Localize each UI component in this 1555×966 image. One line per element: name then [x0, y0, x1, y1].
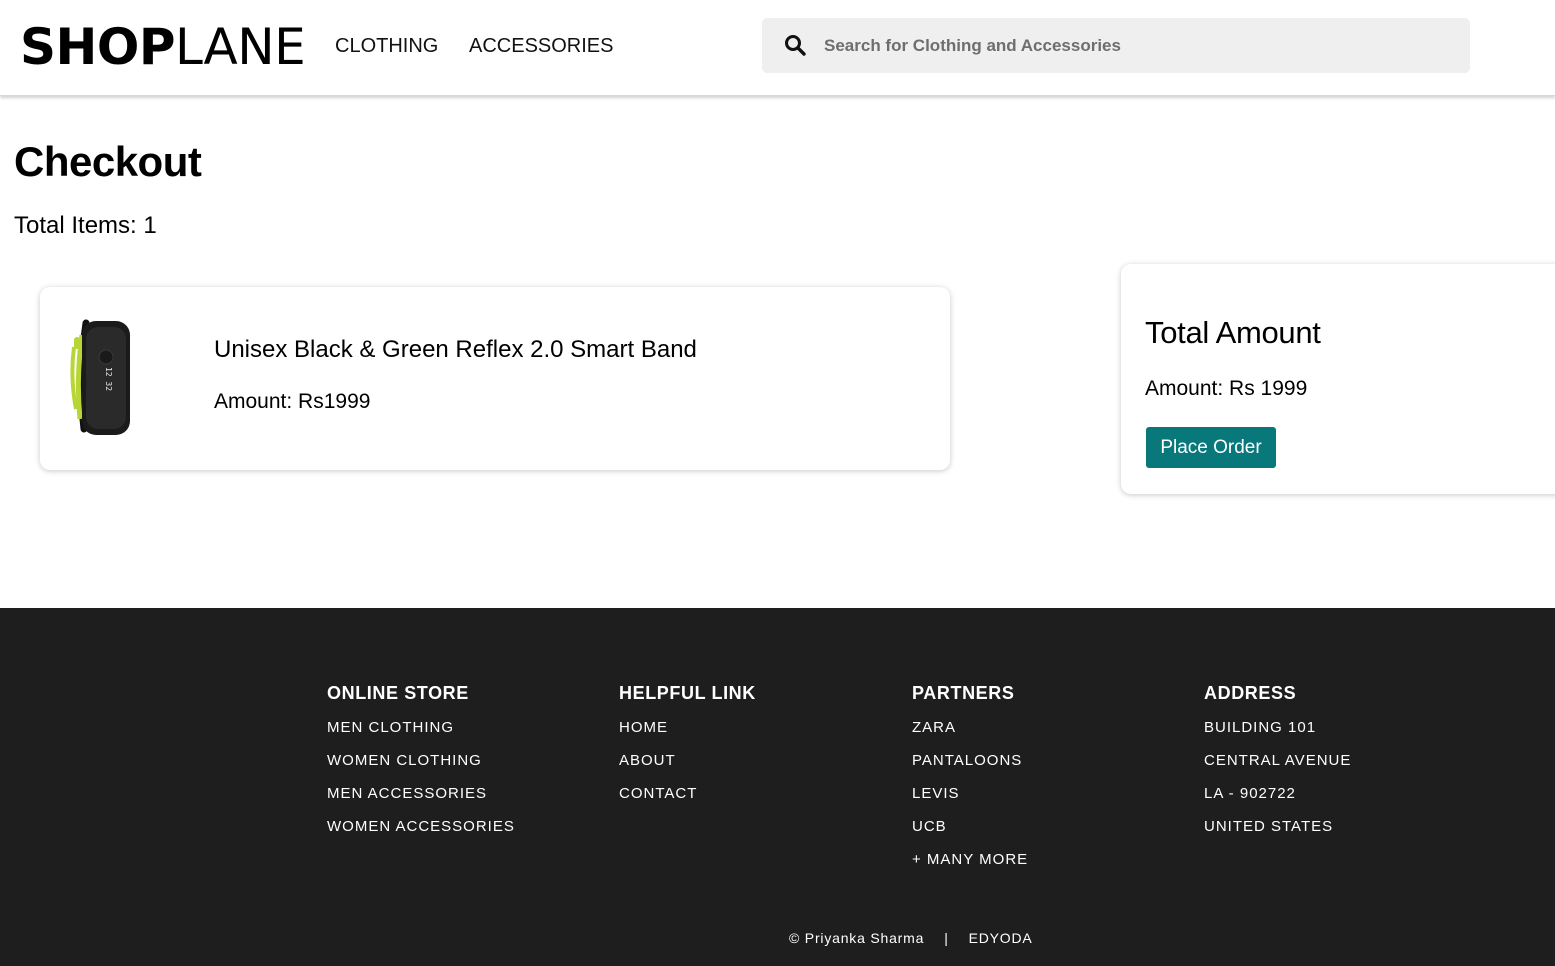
place-order-button[interactable]: Place Order — [1146, 427, 1276, 468]
footer-heading: ONLINE STORE — [327, 683, 469, 703]
footer-link-about[interactable]: ABOUT — [619, 752, 756, 770]
footer-link-men-clothing[interactable]: MEN CLOTHING — [327, 719, 515, 737]
footer-link-home[interactable]: HOME — [619, 719, 756, 737]
address-line: BUILDING 101 — [1204, 719, 1317, 736]
search-bar — [762, 18, 1470, 73]
footer-heading: HELPFUL LINK — [619, 683, 756, 703]
smart-band-image[interactable]: 12 32 — [68, 317, 138, 439]
footer-column-helpful-link: HELPFUL LINK HOME ABOUT CONTACT — [619, 682, 756, 818]
footer-link-women-accessories[interactable]: WOMEN ACCESSORIES — [327, 818, 515, 836]
footer-link-ucb[interactable]: UCB — [912, 818, 1028, 836]
footer-link-zara[interactable]: ZARA — [912, 719, 1028, 737]
footer-link-contact[interactable]: CONTACT — [619, 785, 756, 803]
top-navbar: SHOPLANE CLOTHING ACCESSORIES — [0, 0, 1555, 96]
item-name: Unisex Black & Green Reflex 2.0 Smart Ba… — [214, 336, 697, 363]
address-line: CENTRAL AVENUE — [1204, 752, 1352, 769]
footer-link-many-more[interactable]: + MANY MORE — [912, 851, 1028, 869]
search-input[interactable] — [824, 18, 1444, 73]
shoplane-logo[interactable]: SHOPLANE — [20, 18, 306, 76]
total-items-count: Total Items: 1 — [14, 212, 157, 239]
total-amount-heading: Total Amount — [1145, 315, 1321, 350]
total-amount-value: Amount: Rs 1999 — [1145, 377, 1308, 400]
nav-clothing-link[interactable]: CLOTHING — [335, 34, 438, 58]
copyright-separator: | — [944, 930, 949, 946]
copyright-line: © Priyanka Sharma | EDYODA — [789, 930, 1033, 947]
search-icon[interactable] — [784, 34, 806, 56]
page-title: Checkout — [14, 138, 202, 185]
site-footer: ONLINE STORE MEN CLOTHING WOMEN CLOTHING… — [0, 608, 1555, 966]
footer-column-online-store: ONLINE STORE MEN CLOTHING WOMEN CLOTHING… — [327, 682, 515, 851]
footer-link-pantaloons[interactable]: PANTALOONS — [912, 752, 1028, 770]
nav-accessories-link[interactable]: ACCESSORIES — [469, 34, 613, 58]
brand-link[interactable]: EDYODA — [969, 930, 1033, 946]
order-summary-card: Total Amount Amount: Rs 1999 Place Order — [1121, 264, 1555, 494]
copyright-text: © Priyanka Sharma — [789, 930, 925, 946]
cart-item-card: 12 32 Unisex Black & Green Reflex 2.0 Sm… — [40, 287, 950, 470]
svg-text:12 32: 12 32 — [104, 367, 113, 391]
item-amount: Amount: Rs1999 — [214, 390, 371, 413]
address-line: UNITED STATES — [1204, 818, 1334, 835]
footer-link-women-clothing[interactable]: WOMEN CLOTHING — [327, 752, 515, 770]
address-line: LA - 902722 — [1204, 785, 1296, 802]
footer-heading: PARTNERS — [912, 683, 1015, 703]
footer-column-address: ADDRESS BUILDING 101 CENTRAL AVENUE LA -… — [1204, 682, 1351, 851]
footer-link-levis[interactable]: LEVIS — [912, 785, 1028, 803]
footer-link-men-accessories[interactable]: MEN ACCESSORIES — [327, 785, 515, 803]
footer-column-partners: PARTNERS ZARA PANTALOONS LEVIS UCB + MAN… — [912, 682, 1028, 884]
footer-heading: ADDRESS — [1204, 683, 1297, 703]
